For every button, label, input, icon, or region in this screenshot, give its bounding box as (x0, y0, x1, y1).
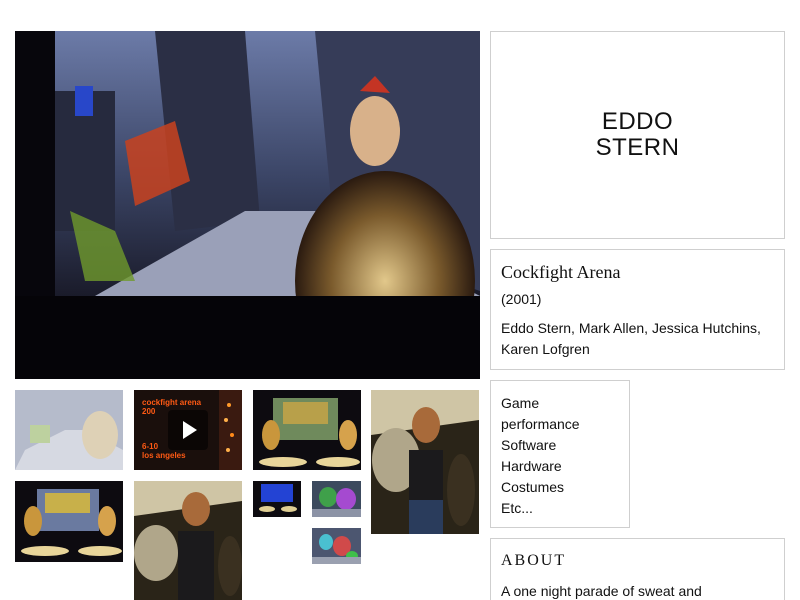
thumbnail-1[interactable] (15, 390, 123, 470)
artist-name-line1: EDDO (601, 108, 674, 135)
main-artwork-image[interactable] (15, 31, 480, 379)
work-year: (2001) (501, 291, 542, 307)
artist-name[interactable]: EDDO STERN (596, 109, 680, 161)
video-title-text: cockfight arena (142, 398, 202, 407)
tag-etc[interactable]: Etc... (501, 498, 619, 519)
about-heading: ABOUT (501, 552, 567, 569)
thumbnail-7[interactable] (253, 481, 301, 517)
video-location-text: los angeles (142, 451, 186, 460)
video-thumbnail[interactable]: cockfight arena 200 6-10 los angeles (134, 390, 242, 470)
page: cockfight arena 200 6-10 los angeles EDD… (0, 0, 800, 600)
work-title: Cockfight Arena (501, 262, 621, 282)
work-info-box: Cockfight Arena (2001) Eddo Stern, Mark … (490, 249, 785, 370)
video-date-text: 6-10 (142, 442, 159, 451)
video-year-text: 200 (142, 407, 156, 416)
thumbnail-6[interactable] (134, 481, 242, 600)
tag-hardware[interactable]: Hardware (501, 456, 619, 477)
tag-game[interactable]: Game (501, 393, 619, 414)
about-text: A one night parade of sweat and (501, 583, 702, 599)
tags-box: Game performance Software Hardware Costu… (490, 380, 630, 528)
thumbnail-9[interactable] (312, 528, 361, 564)
thumbnail-4[interactable] (371, 390, 479, 534)
tag-performance[interactable]: performance (501, 414, 619, 435)
play-icon[interactable] (168, 410, 208, 450)
tag-software[interactable]: Software (501, 435, 619, 456)
thumbnail-8[interactable] (312, 481, 361, 517)
thumbnail-3[interactable] (253, 390, 361, 470)
artist-name-line2: STERN (595, 134, 680, 161)
artist-name-box: EDDO STERN (490, 31, 785, 239)
about-box: ABOUT A one night parade of sweat and (490, 538, 785, 600)
work-credits: Eddo Stern, Mark Allen, Jessica Hutchins… (501, 320, 761, 357)
thumbnail-5[interactable] (15, 481, 123, 562)
tag-costumes[interactable]: Costumes (501, 477, 619, 498)
